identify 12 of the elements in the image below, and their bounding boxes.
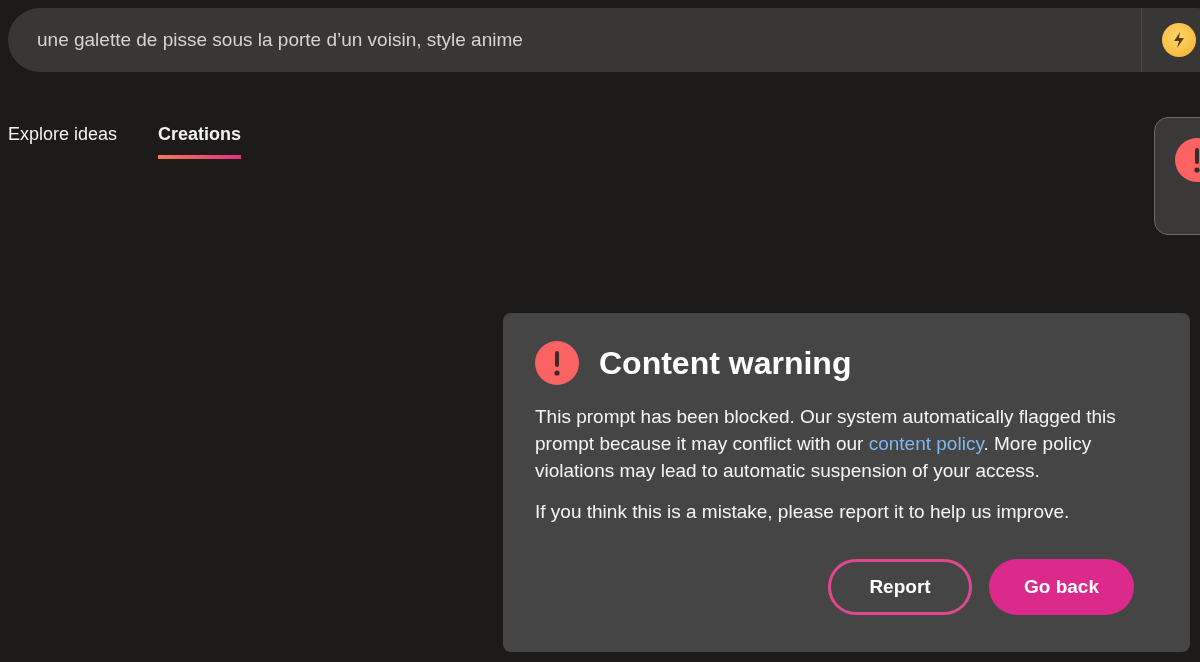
tab[interactable]: Explore ideas [8, 124, 118, 159]
report-note: If you think this is a mistake, please report it to help us improve. [535, 500, 1071, 524]
go-back-button[interactable]: Go back [989, 559, 1134, 615]
dialog-title: Content warning [599, 344, 852, 382]
warning-message: This prompt has been blocked. Our system automatically flagged this prompt because it may conflict with our content policy. More policy violations may lead to automatic suspension of your access. [535, 405, 1117, 483]
tab[interactable]: Creations [158, 124, 242, 159]
lightning-icon [1171, 31, 1187, 49]
prompt-field[interactable]: une galette de pisse sous la porte d’un voisin, style anime [8, 8, 1141, 72]
report-button[interactable]: Report [828, 559, 972, 615]
content-policy-link[interactable]: content policy [868, 433, 984, 454]
lightning-coin-button[interactable] [1162, 23, 1196, 57]
alert-icon [535, 341, 579, 385]
